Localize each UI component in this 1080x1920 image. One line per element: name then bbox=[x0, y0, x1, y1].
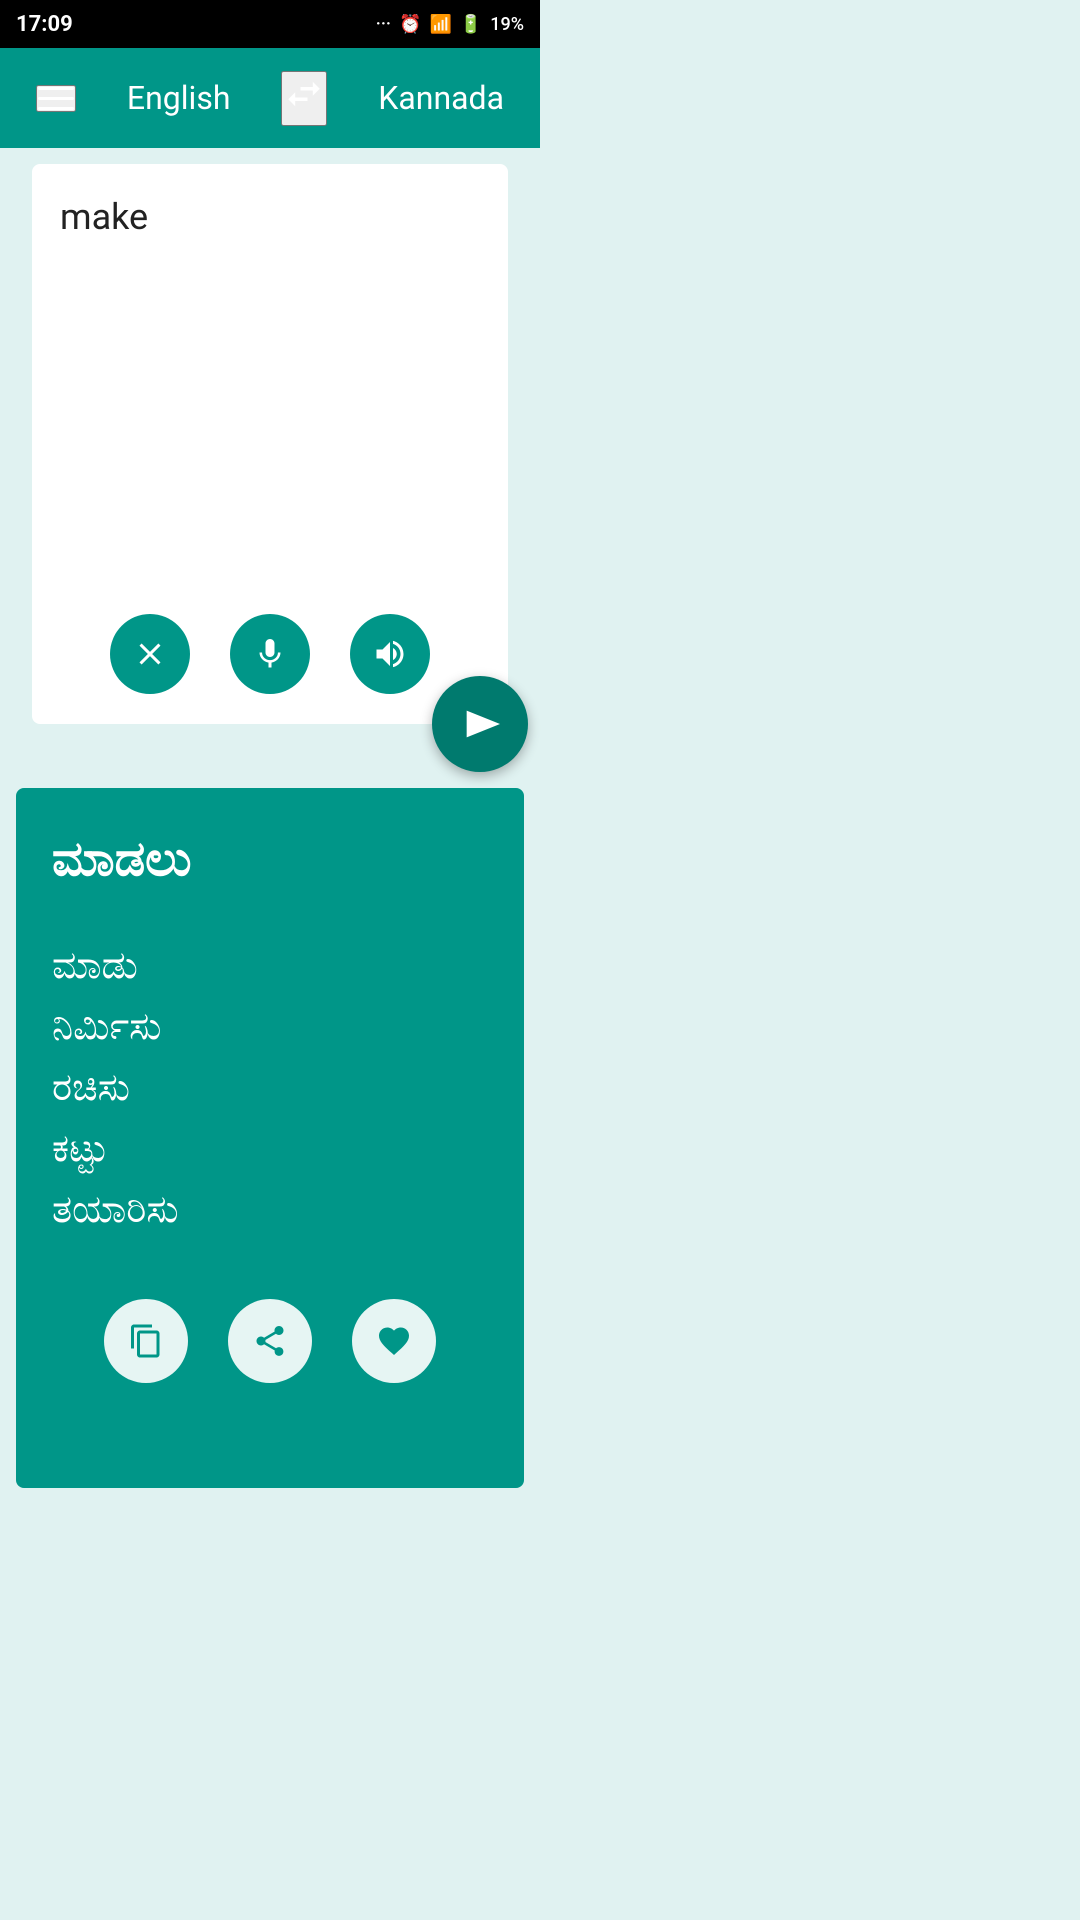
clear-icon bbox=[132, 636, 168, 672]
swap-icon bbox=[283, 73, 325, 115]
speaker-icon bbox=[372, 636, 408, 672]
input-controls bbox=[60, 614, 480, 704]
status-bar: 17:09 ··· ⏰ 📶 🔋 19% bbox=[0, 0, 540, 48]
synonym-1: ಮಾಡು bbox=[52, 938, 488, 995]
target-language[interactable]: Kannada bbox=[378, 79, 504, 117]
swap-languages-button[interactable] bbox=[281, 71, 327, 126]
primary-translation: ಮಾಡಲು bbox=[52, 828, 488, 890]
clear-button[interactable] bbox=[110, 614, 190, 694]
copy-button[interactable] bbox=[104, 1299, 188, 1383]
toolbar: English Kannada bbox=[0, 48, 540, 148]
menu-line-3 bbox=[38, 107, 74, 110]
synonyms-list: ಮಾಡು ನಿರ್ಮಿಸು ರಚಿಸು ಕಟ್ಟು ತಯಾರಿಸು bbox=[52, 938, 488, 1239]
send-icon bbox=[460, 704, 500, 744]
battery-percent: 19% bbox=[490, 14, 524, 35]
menu-line-1 bbox=[38, 87, 74, 90]
source-language[interactable]: English bbox=[127, 79, 231, 117]
sim-icon: 📶 bbox=[429, 14, 451, 35]
menu-button[interactable] bbox=[36, 85, 76, 112]
favorite-icon bbox=[376, 1323, 412, 1359]
share-icon bbox=[252, 1323, 288, 1359]
synonym-2: ನಿರ್ಮಿಸು bbox=[52, 999, 488, 1056]
synonym-3: ರಚಿಸು bbox=[52, 1060, 488, 1117]
microphone-icon bbox=[252, 636, 288, 672]
battery-icon: 🔋 bbox=[460, 14, 482, 35]
status-time: 17:09 bbox=[16, 12, 73, 37]
result-section: ಮಾಡಲು ಮಾಡು ನಿರ್ಮಿಸು ರಚಿಸು ಕಟ್ಟು ತಯಾರಿಸು bbox=[16, 788, 524, 1488]
synonym-4: ಕಟ್ಟು bbox=[52, 1121, 488, 1178]
result-controls bbox=[52, 1299, 488, 1383]
translate-button[interactable] bbox=[432, 676, 528, 772]
alarm-icon: ⏰ bbox=[399, 14, 421, 35]
favorite-button[interactable] bbox=[352, 1299, 436, 1383]
source-text-input[interactable]: make bbox=[60, 192, 480, 592]
menu-line-2 bbox=[38, 97, 74, 100]
input-section: make bbox=[32, 164, 508, 724]
dots-icon: ··· bbox=[376, 14, 391, 35]
speaker-button[interactable] bbox=[350, 614, 430, 694]
share-button[interactable] bbox=[228, 1299, 312, 1383]
synonym-5: ತಯಾರಿಸು bbox=[52, 1182, 488, 1239]
microphone-button[interactable] bbox=[230, 614, 310, 694]
status-icons: ··· ⏰ 📶 🔋 19% bbox=[376, 14, 524, 35]
copy-icon bbox=[128, 1323, 164, 1359]
